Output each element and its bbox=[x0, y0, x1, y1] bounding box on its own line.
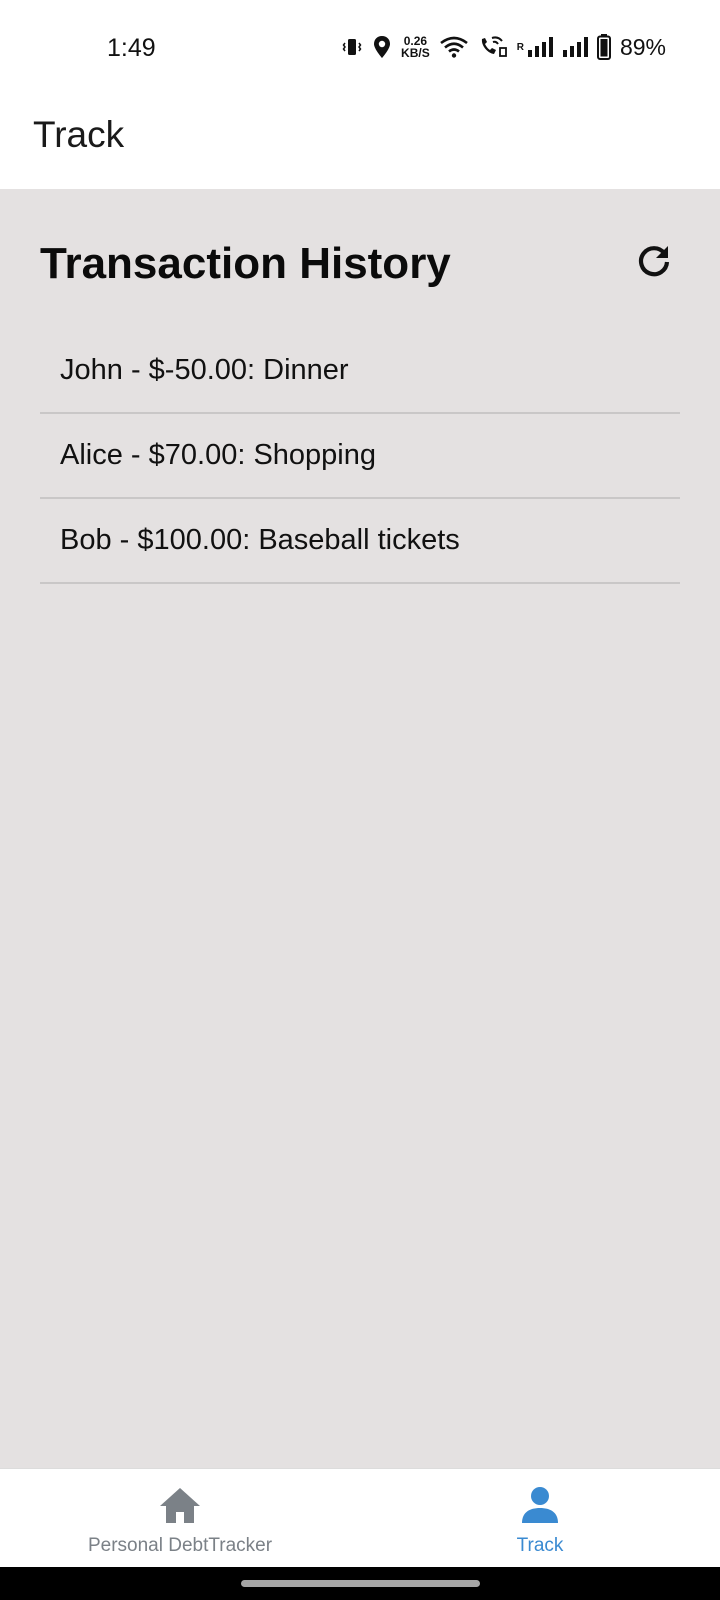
home-icon bbox=[158, 1485, 202, 1525]
tab-track[interactable]: Track bbox=[360, 1469, 720, 1568]
section-title: Transaction History bbox=[40, 239, 451, 288]
status-bar: 1:49 0.26 KB/S R 89% bbox=[0, 0, 720, 96]
gesture-handle[interactable] bbox=[241, 1580, 480, 1587]
transaction-list: John - $-50.00: Dinner Alice - $70.00: S… bbox=[40, 329, 680, 584]
network-speed: 0.26 KB/S bbox=[401, 35, 430, 59]
battery-percent: 89% bbox=[619, 33, 666, 60]
location-icon bbox=[372, 35, 392, 59]
list-item[interactable]: John - $-50.00: Dinner bbox=[40, 329, 680, 414]
person-icon bbox=[520, 1485, 560, 1525]
wifi-calling-icon bbox=[478, 35, 508, 59]
page-title: Track bbox=[33, 114, 125, 155]
signal-icon bbox=[562, 36, 588, 58]
net-speed-unit: KB/S bbox=[401, 46, 430, 60]
list-item[interactable]: Bob - $100.00: Baseball tickets bbox=[40, 499, 680, 584]
bottom-navigation: Personal DebtTracker Track bbox=[0, 1468, 720, 1567]
app-bar: Track bbox=[0, 96, 720, 189]
tab-label: Personal DebtTracker bbox=[87, 1535, 273, 1556]
transaction-history-panel: Transaction History John - $-50.00: Dinn… bbox=[0, 189, 720, 1468]
refresh-button[interactable] bbox=[632, 239, 676, 283]
vibrate-icon bbox=[341, 36, 363, 58]
signal-icon bbox=[527, 36, 553, 58]
battery-icon bbox=[596, 34, 611, 60]
list-item[interactable]: Alice - $70.00: Shopping bbox=[40, 414, 680, 499]
status-time: 1:49 bbox=[107, 34, 156, 62]
refresh-icon bbox=[638, 246, 670, 277]
system-navigation-bar bbox=[0, 1567, 720, 1600]
wifi-icon bbox=[439, 35, 469, 59]
status-icons: 0.26 KB/S R 89% bbox=[341, 32, 666, 62]
tab-personal-debttracker[interactable]: Personal DebtTracker bbox=[0, 1469, 360, 1568]
roaming-indicator: R bbox=[516, 41, 524, 53]
tab-label: Track bbox=[516, 1535, 564, 1556]
